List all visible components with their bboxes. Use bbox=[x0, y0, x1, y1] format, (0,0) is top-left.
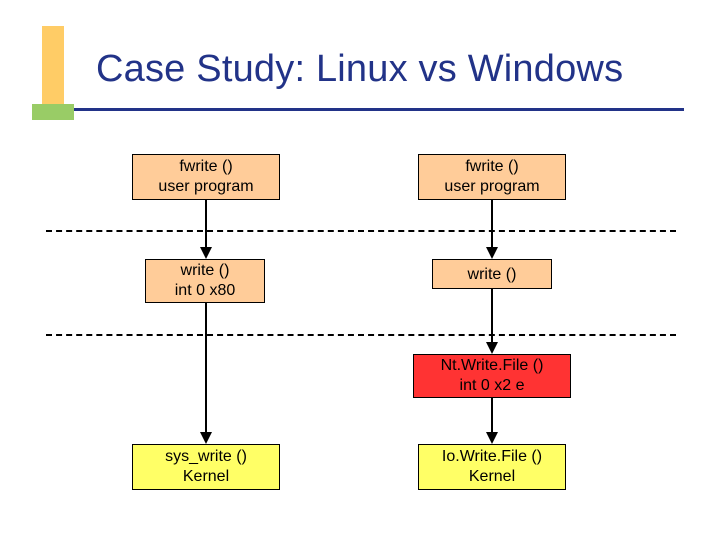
linux-user-box: fwrite () user program bbox=[132, 154, 280, 200]
divider-lib-kernel bbox=[46, 334, 676, 336]
windows-user-box: fwrite () user program bbox=[418, 154, 566, 200]
windows-kernel-box: Io.Write.File () Kernel bbox=[418, 444, 566, 490]
linux-libc-box: write () int 0 x80 bbox=[145, 259, 265, 303]
slide-accent-horiz bbox=[32, 104, 74, 120]
arrow-linux-libc-kernel bbox=[198, 303, 214, 445]
arrow-windows-user-lib bbox=[484, 200, 500, 260]
arrow-windows-lib-nt bbox=[484, 289, 500, 355]
arrow-linux-user-libc bbox=[198, 200, 214, 260]
slide-accent-vert bbox=[42, 26, 64, 114]
windows-nt-box: Nt.Write.File () int 0 x2 e bbox=[413, 354, 571, 398]
linux-kernel-box: sys_write () Kernel bbox=[132, 444, 280, 490]
diagram-stage: fwrite () user program fwrite () user pr… bbox=[0, 140, 720, 540]
windows-lib-box: write () bbox=[432, 259, 552, 289]
arrow-windows-nt-kernel bbox=[484, 398, 500, 445]
slide-title: Case Study: Linux vs Windows bbox=[96, 48, 623, 91]
divider-user-lib bbox=[46, 230, 676, 232]
title-underline bbox=[74, 108, 684, 111]
